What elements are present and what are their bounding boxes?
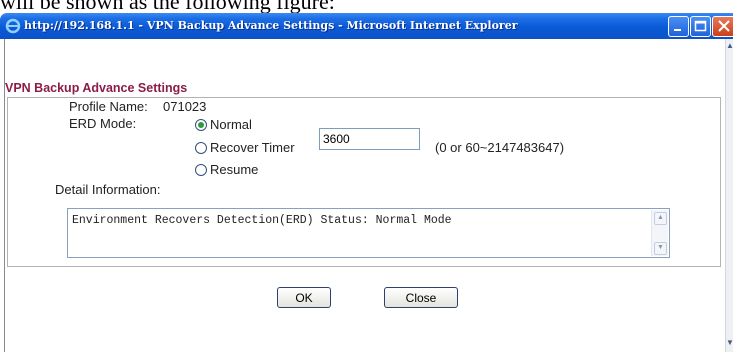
title-bar[interactable]: http://192.168.1.1 - VPN Backup Advance …: [0, 13, 733, 39]
radio-resume[interactable]: [195, 164, 207, 176]
detail-information-text: Environment Recovers Detection(ERD) Stat…: [72, 214, 452, 227]
radio-resume-label[interactable]: Resume: [210, 162, 258, 177]
erd-mode-label: ERD Mode:: [69, 116, 137, 131]
profile-name-label: Profile Name:: [69, 99, 148, 114]
detail-information-box[interactable]: Environment Recovers Detection(ERD) Stat…: [67, 208, 670, 258]
scroll-up-icon[interactable]: ▲: [726, 42, 733, 50]
window-title: http://192.168.1.1 - VPN Backup Advance …: [24, 19, 518, 32]
minimize-icon[interactable]: [668, 16, 689, 37]
scroll-down-icon[interactable]: ▼: [654, 242, 667, 255]
close-icon[interactable]: [712, 16, 733, 37]
maximize-icon[interactable]: [690, 16, 711, 37]
ok-button[interactable]: OK: [277, 287, 331, 308]
recover-timer-input[interactable]: [319, 128, 420, 150]
page-scrollbar[interactable]: ▲ ▼: [725, 39, 733, 352]
radio-normal-label[interactable]: Normal: [210, 117, 252, 132]
recover-timer-hint: (0 or 60~2147483647): [435, 140, 565, 155]
scroll-up-icon[interactable]: ▲: [654, 212, 667, 225]
ie-icon: [5, 18, 21, 34]
detail-scrollbar[interactable]: ▲ ▼: [651, 210, 668, 256]
page-content: VPN Backup Advance Settings Profile Name…: [4, 39, 726, 352]
radio-recover-timer-label[interactable]: Recover Timer: [210, 140, 295, 155]
detail-information-label: Detail Information:: [55, 182, 161, 197]
close-button[interactable]: Close: [384, 287, 458, 308]
radio-normal[interactable]: [195, 119, 207, 131]
profile-name-value: 071023: [163, 99, 207, 114]
radio-recover-timer[interactable]: [195, 142, 207, 154]
scroll-down-icon[interactable]: ▼: [726, 339, 733, 347]
page-title: VPN Backup Advance Settings: [5, 81, 188, 95]
document-caption: will be shown as the following figure:: [0, 0, 335, 13]
